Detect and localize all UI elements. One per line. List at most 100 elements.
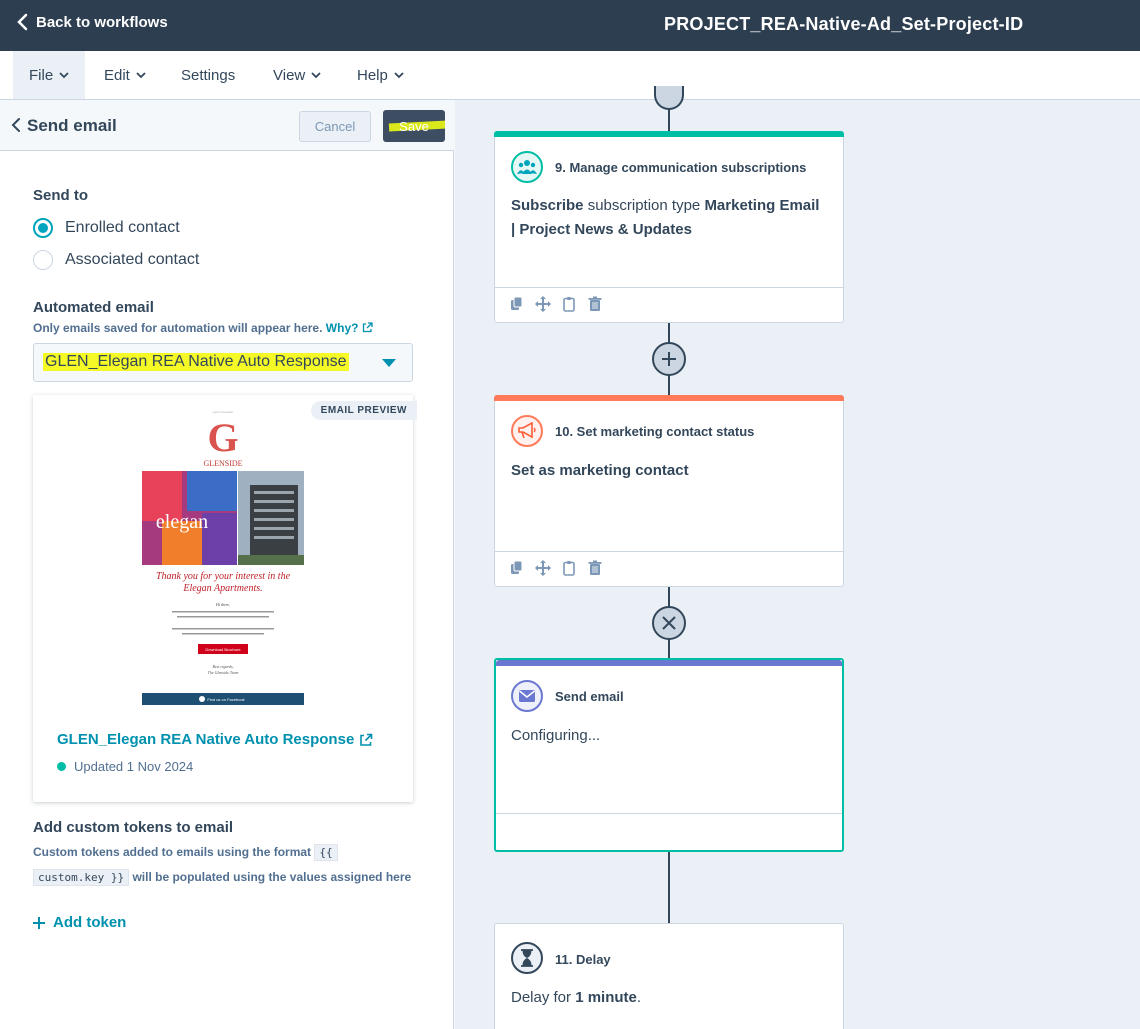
people-icon — [511, 151, 543, 183]
chevron-left-icon — [17, 13, 28, 31]
node-title: 11. Delay — [555, 952, 611, 967]
menu-file-label: File — [29, 66, 54, 84]
cancel-insert-button[interactable] — [652, 606, 686, 640]
action-node-delay[interactable]: 11. Delay Delay for 1 minute. — [494, 923, 844, 1029]
selected-email-value: GLEN_Elegan REA Native Auto Response — [43, 353, 349, 371]
automated-hint-text: Only emails saved for automation will ap… — [33, 321, 323, 335]
envelope-icon — [511, 680, 543, 712]
automated-email-hint: Only emails saved for automation will ap… — [33, 321, 373, 335]
svg-text:view in browser: view in browser — [213, 410, 234, 414]
preview-cta: Download Brochure — [205, 647, 241, 652]
email-preview-badge: EMAIL PREVIEW — [310, 401, 417, 420]
radio-associated-label: Associated contact — [65, 251, 200, 268]
tokens-desc-2: will be populated using the values assig… — [132, 870, 412, 884]
add-token-label: Add token — [53, 914, 127, 931]
menu-view-label: View — [273, 66, 306, 84]
email-name-link-text: GLEN_Elegan REA Native Auto Response — [57, 731, 355, 748]
node-body: Configuring... — [511, 727, 601, 744]
chevron-down-icon — [59, 71, 69, 78]
add-token-button[interactable]: Add token — [33, 914, 126, 931]
menu-view[interactable]: View — [257, 51, 337, 99]
custom-tokens-description: Custom tokens added to emails using the … — [33, 840, 413, 890]
node-body-duration: 1 minute — [575, 989, 637, 1006]
node-toolbar — [495, 551, 843, 587]
radio-button-checked[interactable] — [33, 218, 53, 238]
email-updated-status: Updated 1 Nov 2024 — [57, 759, 193, 774]
save-button-label: Save — [399, 118, 429, 134]
preview-hero-word: elegan — [156, 511, 208, 533]
menu-edit-label: Edit — [104, 66, 130, 84]
chevron-down-icon — [136, 71, 146, 78]
back-to-workflows-link[interactable]: Back to workflows — [16, 13, 168, 31]
move-icon[interactable] — [535, 296, 551, 312]
status-dot — [57, 762, 66, 771]
radio-button[interactable] — [33, 250, 53, 270]
menu-settings[interactable]: Settings — [165, 51, 251, 99]
node-accent-bar — [496, 660, 842, 666]
node-title: 10. Set marketing contact status — [555, 424, 755, 439]
node-body-text: subscription type — [583, 197, 705, 214]
preview-footer: Find us on Facebook — [207, 697, 244, 702]
preview-brand: GLENSIDE — [203, 459, 242, 468]
menu-settings-label: Settings — [181, 66, 236, 84]
node-accent-bar — [494, 131, 844, 137]
send-to-label: Send to — [33, 187, 88, 204]
connector-line — [668, 851, 670, 924]
copy-icon[interactable] — [509, 296, 525, 312]
external-link-icon — [360, 733, 373, 746]
node-body-post: . — [636, 989, 642, 1006]
tokens-desc-1: Custom tokens added to emails using the … — [33, 845, 312, 859]
tokens-code-2: custom.key }} — [33, 869, 130, 886]
panel-back-icon[interactable] — [10, 116, 22, 134]
top-bar: Back to workflows PROJECT_REA-Native-Ad_… — [0, 0, 1140, 51]
custom-tokens-label: Add custom tokens to email — [33, 819, 234, 836]
copy-icon[interactable] — [509, 560, 525, 576]
node-title: Send email — [555, 689, 624, 704]
email-name-link[interactable]: GLEN_Elegan REA Native Auto Response — [57, 731, 373, 748]
cancel-button[interactable]: Cancel — [299, 111, 371, 142]
email-preview-card: EMAIL PREVIEW view in browser G GLENSIDE… — [33, 395, 417, 802]
menu-edit[interactable]: Edit — [88, 51, 162, 99]
clipboard-icon[interactable] — [561, 560, 577, 576]
action-node-manage-subscriptions[interactable]: 9. Manage communication subscriptions Su… — [494, 131, 844, 323]
automated-email-label: Automated email — [33, 299, 154, 316]
plus-icon — [33, 916, 45, 929]
plus-icon — [662, 352, 676, 366]
hourglass-icon — [511, 942, 543, 974]
action-node-send-email[interactable]: Send email Configuring... — [494, 658, 844, 852]
menu-help[interactable]: Help — [341, 51, 420, 99]
move-icon[interactable] — [535, 560, 551, 576]
radio-enrolled-contact[interactable]: Enrolled contact — [33, 218, 180, 238]
node-accent-bar — [494, 395, 844, 401]
preview-logo-letter: G — [207, 415, 238, 460]
email-preview-thumbnail[interactable]: view in browser G GLENSIDE elegan Thank … — [142, 403, 304, 705]
node-body-action: Subscribe — [511, 197, 584, 214]
node-body: Delay for 1 minute. — [511, 986, 827, 1010]
action-node-set-marketing-status[interactable]: 10. Set marketing contact status Set as … — [494, 395, 844, 587]
workflow-title[interactable]: PROJECT_REA-Native-Ad_Set-Project-ID — [664, 14, 1023, 35]
save-button[interactable]: Save — [383, 110, 445, 142]
email-updated-text: Updated 1 Nov 2024 — [74, 759, 194, 774]
add-action-button[interactable] — [652, 342, 686, 376]
automated-email-select[interactable]: GLEN_Elegan REA Native Auto Response — [33, 343, 413, 382]
chevron-down-icon — [311, 71, 321, 78]
trash-icon[interactable] — [587, 296, 603, 312]
node-body: Set as marketing contact — [511, 462, 689, 479]
why-link[interactable]: Why? — [326, 321, 373, 335]
clipboard-icon[interactable] — [561, 296, 577, 312]
node-title: 9. Manage communication subscriptions — [555, 160, 807, 175]
back-to-workflows-label: Back to workflows — [36, 13, 168, 31]
caret-down-icon — [382, 359, 396, 367]
menu-file[interactable]: File — [13, 51, 86, 99]
radio-enrolled-label: Enrolled contact — [65, 219, 180, 236]
external-link-icon — [362, 322, 373, 333]
why-link-text: Why? — [325, 321, 359, 335]
close-icon — [662, 616, 676, 630]
chevron-down-icon — [394, 71, 404, 78]
menu-help-label: Help — [357, 66, 388, 84]
trash-icon[interactable] — [587, 560, 603, 576]
panel-header: Send email Cancel Save — [0, 100, 454, 151]
radio-associated-contact[interactable]: Associated contact — [33, 250, 199, 270]
tokens-code-1: {{ — [314, 844, 338, 861]
send-email-panel: Send email Cancel Save Send to Enrolled … — [0, 100, 454, 1029]
